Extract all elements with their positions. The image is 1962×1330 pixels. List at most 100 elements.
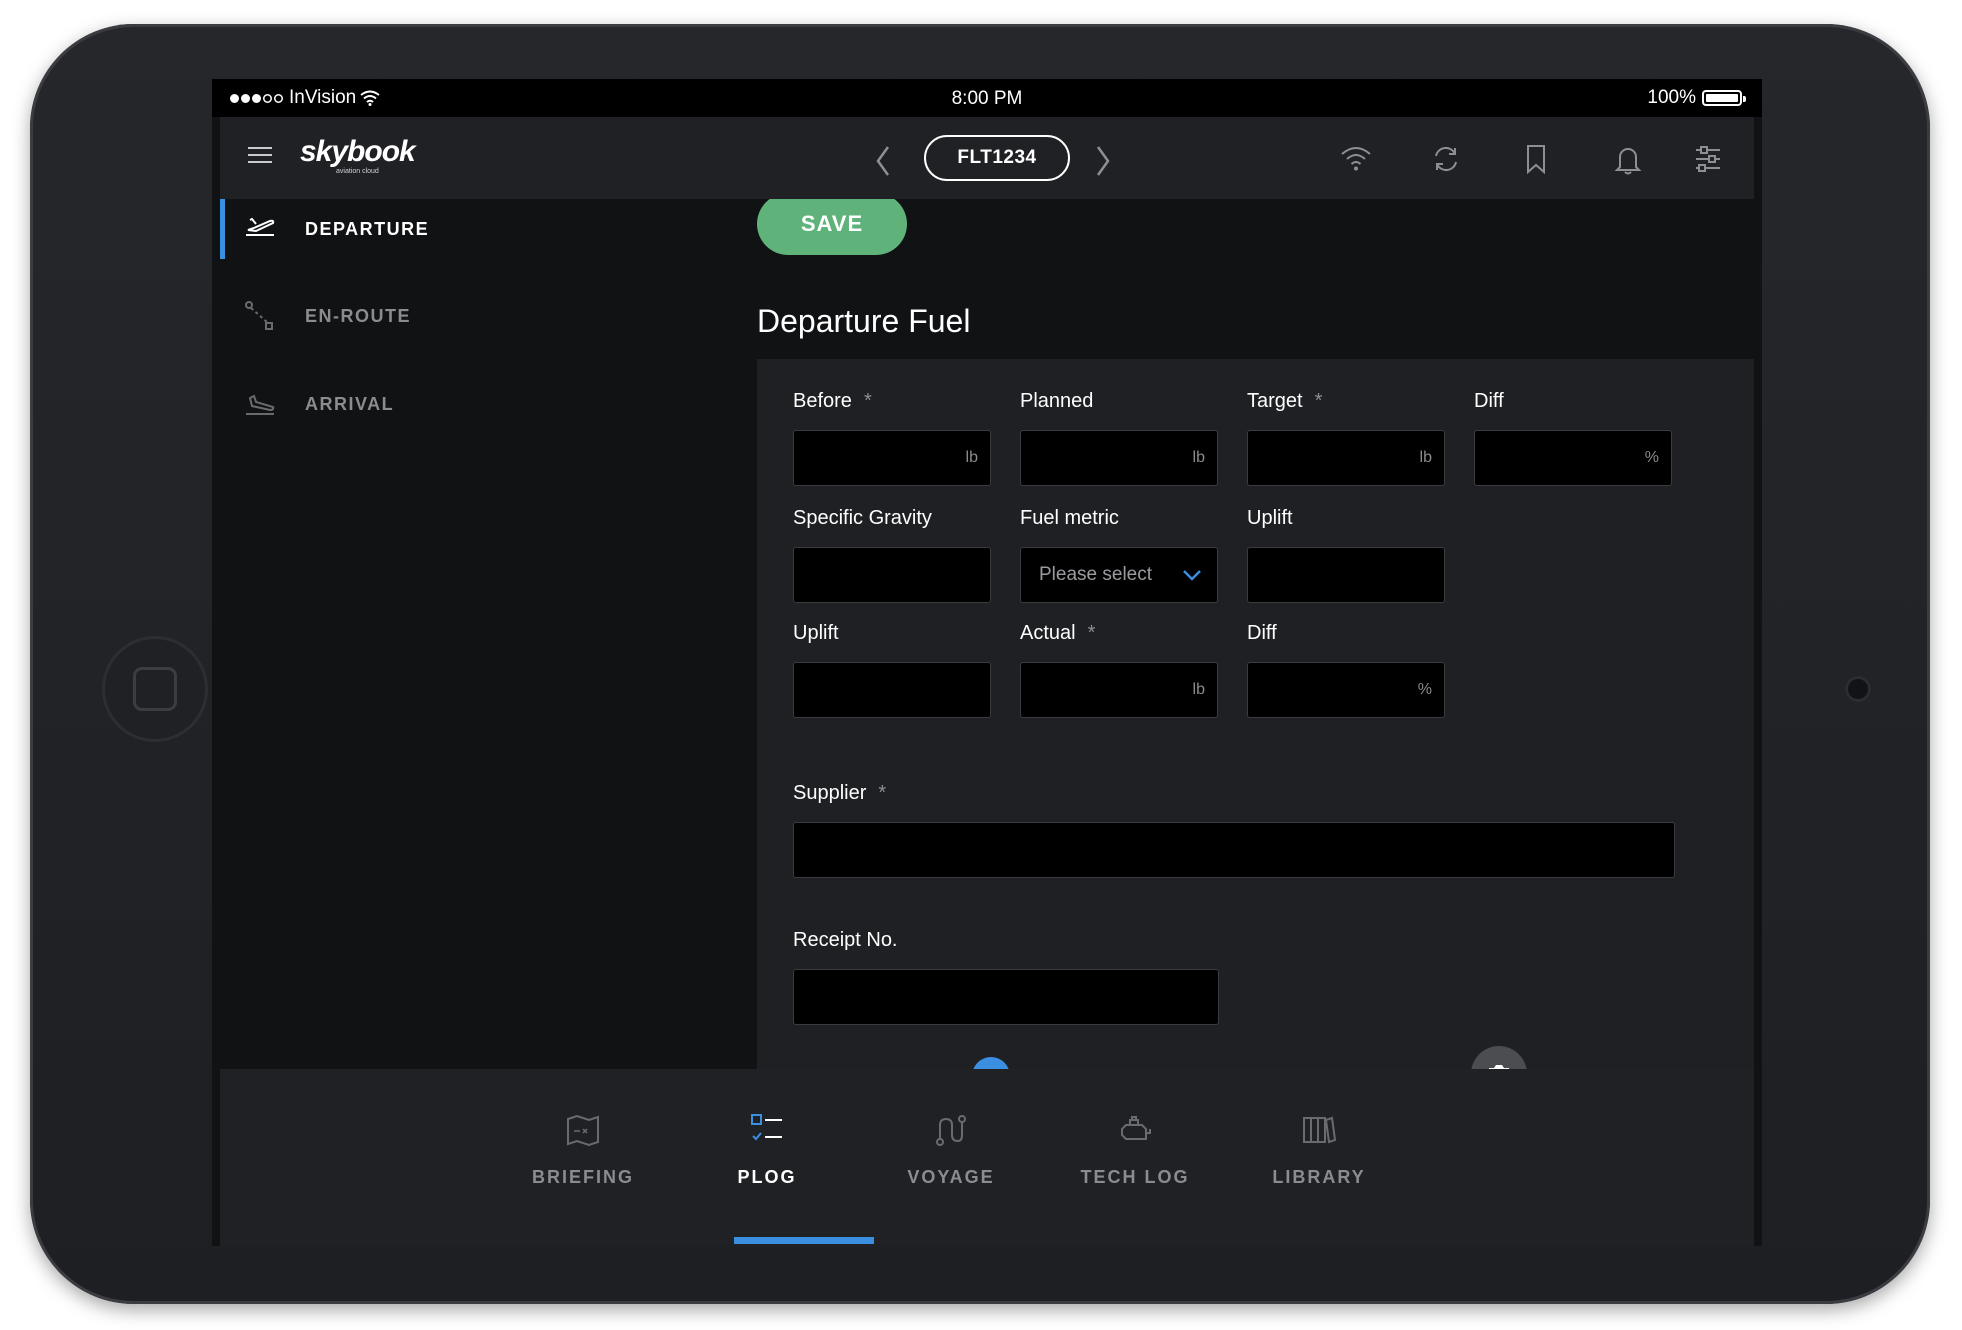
tab-voyage[interactable]: VOYAGE — [876, 1109, 1026, 1219]
target-field: Target * lb — [1247, 386, 1445, 486]
planned-input[interactable]: lb — [1020, 430, 1218, 486]
sidebar-item-label: EN-ROUTE — [305, 306, 411, 326]
settings-sliders-icon[interactable] — [1690, 141, 1726, 177]
bookmark-icon[interactable] — [1518, 141, 1554, 177]
previous-flight-chevron-icon[interactable] — [868, 143, 898, 179]
receipt-no-input[interactable] — [793, 969, 1219, 1025]
required-asterisk: * — [863, 389, 872, 412]
tab-label: BRIEFING — [531, 1167, 634, 1187]
field-label: Uplift — [1247, 506, 1293, 529]
engine-icon — [1121, 1116, 1151, 1140]
battery-icon — [1702, 90, 1746, 106]
menu-icon[interactable] — [248, 147, 272, 167]
battery-percent: 100% — [1647, 87, 1696, 108]
planned-field: Planned lb — [1020, 386, 1218, 486]
specific-gravity-field: Specific Gravity — [793, 503, 991, 603]
departure-icon — [246, 217, 275, 236]
tab-briefing[interactable]: BRIEFING — [508, 1109, 658, 1219]
sidebar-item-arrival[interactable]: ARRIVAL — [220, 374, 520, 434]
required-asterisk: * — [1314, 389, 1323, 412]
bottom-tab-bar: BRIEFING PLOG VOYAGE TECH LOG LIBRARY — [220, 1069, 1754, 1246]
field-label: Diff — [1247, 621, 1277, 644]
departure-fuel-form: Before * lb Planned lb Target * lb Diff % … — [757, 359, 1754, 1069]
status-time: 8:00 PM — [951, 88, 1023, 109]
uplift-input-2[interactable] — [793, 662, 991, 718]
voyage-icon — [936, 1115, 966, 1146]
sidebar-item-label: ARRIVAL — [305, 394, 395, 414]
tab-label: VOYAGE — [907, 1167, 995, 1187]
diff-input-2[interactable]: % — [1247, 662, 1445, 718]
tab-library[interactable]: LIBRARY — [1244, 1109, 1394, 1219]
specific-gravity-input[interactable] — [793, 547, 991, 603]
field-label: Specific Gravity — [793, 506, 932, 529]
field-label: Fuel metric — [1020, 506, 1119, 529]
field-label: Target — [1247, 389, 1303, 412]
before-field: Before * lb — [793, 386, 991, 486]
supplier-input[interactable] — [793, 822, 1675, 878]
diff-field-2: Diff % — [1247, 618, 1445, 718]
section-title: Departure Fuel — [757, 303, 971, 339]
camera-icon — [1489, 1065, 1509, 1069]
required-asterisk: * — [878, 781, 887, 804]
unit-label: lb — [1419, 449, 1432, 466]
supplier-field: Supplier * — [793, 778, 1675, 878]
unit-label: lb — [1192, 449, 1205, 466]
chevron-down-icon — [1183, 570, 1201, 581]
main-content: SAVE Departure Fuel Before * lb Planned l… — [520, 199, 1754, 1069]
active-tab-indicator — [734, 1237, 874, 1244]
field-label: Actual — [1020, 621, 1076, 644]
diff-input[interactable]: % — [1474, 430, 1672, 486]
tab-plog[interactable]: PLOG — [692, 1109, 842, 1219]
tab-label: LIBRARY — [1272, 1167, 1366, 1187]
active-indicator — [220, 199, 225, 259]
next-flight-chevron-icon[interactable] — [1088, 143, 1118, 179]
select-placeholder: Please select — [1039, 564, 1153, 585]
uplift-field: Uplift — [1247, 503, 1445, 603]
before-input[interactable]: lb — [793, 430, 991, 486]
skybook-logo: skybook aviation cloud — [300, 135, 416, 175]
unit-label: lb — [1192, 681, 1205, 698]
field-label: Diff — [1474, 389, 1504, 412]
camera-button[interactable] — [1471, 1046, 1527, 1069]
fuel-metric-field: Fuel metric Please select — [1020, 503, 1218, 603]
app-screen: InVision 8:00 PM 100% skybook aviation c… — [212, 79, 1762, 1246]
field-label: Before — [793, 389, 852, 412]
tab-label: TECH LOG — [1080, 1167, 1190, 1187]
actual-field: Actual * lb — [1020, 618, 1218, 718]
route-icon — [245, 301, 273, 330]
app-header: skybook aviation cloud FLT1234 — [220, 117, 1754, 199]
field-label: Supplier — [793, 781, 867, 804]
field-label: Uplift — [793, 621, 839, 644]
unit-label: % — [1644, 449, 1659, 466]
logo-tagline: aviation cloud — [336, 168, 379, 175]
sidebar-item-departure[interactable]: DEPARTURE — [220, 199, 520, 259]
home-square-icon — [133, 667, 177, 711]
uplift-field-2: Uplift — [793, 618, 991, 718]
field-label: Planned — [1020, 389, 1094, 412]
target-input[interactable]: lb — [1247, 430, 1445, 486]
front-camera — [1845, 676, 1871, 702]
sidebar-item-en-route[interactable]: EN-ROUTE — [220, 286, 520, 346]
library-icon — [1303, 1116, 1337, 1144]
logo-text: skybook — [300, 135, 416, 168]
notification-bell-icon[interactable] — [1610, 141, 1646, 177]
uplift-input[interactable] — [1247, 547, 1445, 603]
sidebar-item-label: DEPARTURE — [305, 219, 430, 239]
save-button[interactable]: SAVE — [757, 199, 907, 255]
field-label: Receipt No. — [793, 928, 898, 951]
required-asterisk: * — [1087, 621, 1096, 644]
status-bar: InVision 8:00 PM 100% — [212, 79, 1762, 117]
wifi-icon[interactable] — [1338, 141, 1374, 177]
fuel-metric-select[interactable]: Please select — [1020, 547, 1218, 603]
sync-icon[interactable] — [1428, 141, 1464, 177]
unit-label: lb — [965, 449, 978, 466]
diff-field: Diff % — [1474, 386, 1672, 486]
unit-label: % — [1417, 681, 1432, 698]
checklist-icon — [751, 1114, 782, 1141]
flight-selector[interactable]: FLT1234 — [924, 135, 1070, 181]
map-icon — [567, 1114, 599, 1147]
home-button[interactable] — [102, 636, 208, 742]
tab-tech-log[interactable]: TECH LOG — [1060, 1109, 1210, 1219]
tab-label: PLOG — [737, 1167, 797, 1187]
actual-input[interactable]: lb — [1020, 662, 1218, 718]
